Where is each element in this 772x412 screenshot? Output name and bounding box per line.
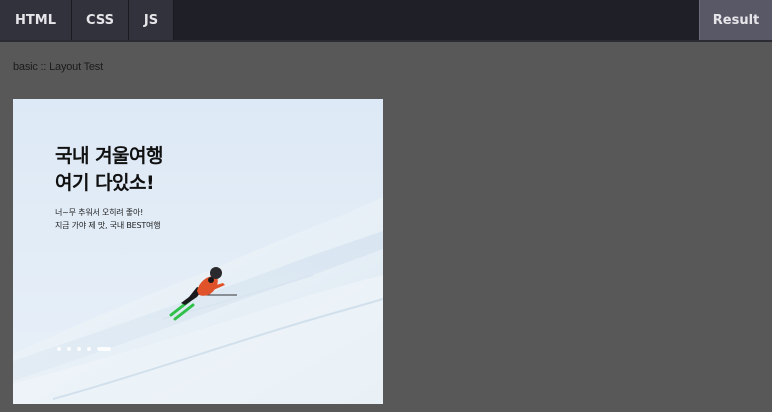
slide-dot[interactable]	[77, 347, 81, 351]
tab-html[interactable]: HTML	[0, 0, 72, 40]
subcopy-line-1: 너~무 추워서 오히려 좋아!	[55, 208, 144, 217]
tab-css[interactable]: CSS	[72, 0, 129, 40]
slider-pagination	[57, 347, 111, 351]
banner-slider: 국내 겨울여행 여기 다있소! 너~무 추워서 오히려 좋아! 지금 가야 제 …	[13, 99, 383, 404]
tab-result[interactable]: Result	[699, 0, 772, 40]
editor-toolbar: HTML CSS JS Result	[0, 0, 772, 42]
headline-line-2: 여기 다있소!	[55, 172, 155, 194]
headline-line-1: 국내 겨울여행	[55, 145, 164, 167]
slide-dot[interactable]	[67, 347, 71, 351]
banner-subcopy: 너~무 추워서 오히려 좋아! 지금 가야 제 맛, 국내 BEST여행	[55, 206, 161, 232]
tab-js[interactable]: JS	[129, 0, 174, 40]
banner-headline: 국내 겨울여행 여기 다있소!	[55, 143, 164, 197]
slide-dot-active[interactable]	[97, 347, 111, 351]
slide-dot[interactable]	[87, 347, 91, 351]
page-title: basic :: Layout Test	[13, 61, 103, 73]
slide-dot[interactable]	[57, 347, 61, 351]
subcopy-line-2: 지금 가야 제 맛, 국내 BEST여행	[55, 221, 161, 230]
